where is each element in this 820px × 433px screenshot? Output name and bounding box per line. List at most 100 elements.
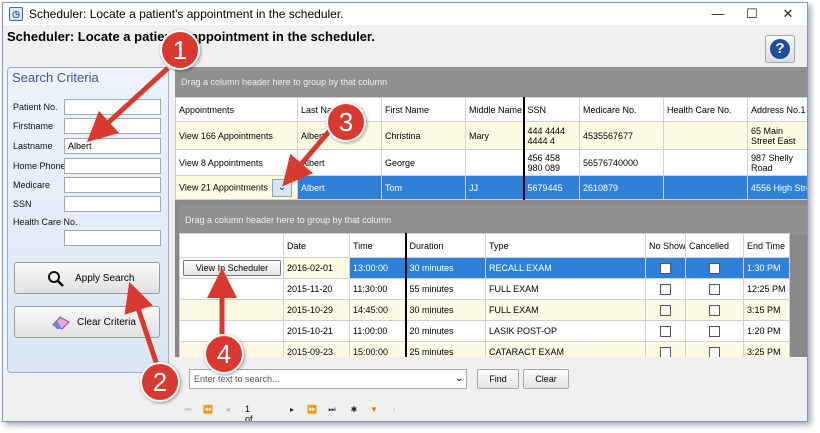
patient-row-selected[interactable]: View 21 Appointments ⌄ Albert Tom JJ 5679… (175, 175, 807, 200)
new-record-icon[interactable]: ✱ (345, 401, 363, 419)
col-no-show[interactable]: No Show (645, 233, 686, 258)
col-cancelled[interactable]: Cancelled (685, 233, 744, 258)
close-button[interactable]: ✕ (771, 3, 805, 25)
apply-search-label: Apply Search (75, 273, 135, 284)
col-health-care-no[interactable]: Health Care No. (663, 97, 748, 122)
search-footer: Enter text to search... ⌄ Find Clear ⏮ ⏪… (175, 357, 807, 421)
find-button[interactable]: Find (477, 369, 519, 389)
patient-no-field[interactable] (64, 99, 161, 115)
last-name-cell: Albert (297, 175, 382, 200)
view-in-scheduler-button[interactable]: View In Scheduler (183, 260, 281, 276)
minimize-button[interactable]: — (701, 3, 735, 25)
medicare-cell: 2610879 (579, 175, 664, 200)
cancelled-cell (685, 320, 744, 342)
no-show-checkbox[interactable] (660, 283, 671, 295)
last-page-icon[interactable]: ⏭ (323, 401, 341, 419)
col-duration[interactable]: Duration (404, 233, 486, 258)
type-cell: FULL EXAM (485, 299, 646, 321)
cancelled-checkbox[interactable] (709, 262, 720, 274)
health-care-cell (663, 175, 748, 200)
clear-button[interactable]: Clear (523, 369, 569, 389)
help-icon: ? (770, 39, 790, 59)
end-time-cell: 1:30 PM (743, 257, 790, 279)
patients-group-panel[interactable]: Drag a column header here to group by th… (175, 67, 807, 97)
date-cell: 2015-10-21 (283, 320, 350, 342)
next-page-group-icon[interactable]: ⏩ (303, 401, 321, 419)
appointment-row[interactable]: 2015-11-20 11:30:00 55 minutes FULL EXAM… (179, 278, 790, 300)
medicare-field[interactable] (64, 177, 161, 193)
first-name-cell: Christina (381, 121, 466, 150)
cancelled-checkbox[interactable] (709, 304, 720, 316)
appointment-row[interactable]: 2015-10-29 14:45:00 30 minutes FULL EXAM… (179, 299, 790, 321)
end-time-cell: 3:15 PM (743, 299, 790, 321)
callout-badge-3: 3 (326, 102, 366, 142)
duration-cell: 20 minutes (404, 320, 486, 342)
appointment-row-selected[interactable]: View In Scheduler 2016-02-01 13:00:00 30… (179, 257, 790, 279)
action-cell: View In Scheduler (179, 257, 284, 279)
clear-criteria-button[interactable]: Clear Criteria (14, 306, 160, 338)
patient-no-label: Patient No. (13, 102, 58, 112)
appointments-link[interactable]: View 8 Appointments (175, 149, 298, 176)
help-button[interactable]: ? (765, 35, 795, 63)
lastname-field[interactable]: Albert (64, 138, 161, 154)
col-type[interactable]: Type (485, 233, 646, 258)
col-middle-name[interactable]: Middle Name (465, 97, 524, 122)
date-cell: 2016-02-01 (283, 257, 350, 279)
cancelled-cell (685, 257, 744, 279)
prev-page-icon[interactable]: ◂ (219, 401, 237, 419)
patient-row[interactable]: View 166 Appointments Albert Christina M… (175, 121, 807, 150)
type-cell: LASIK POST-OP (485, 320, 646, 342)
next-page-icon[interactable]: ▸ (283, 401, 301, 419)
time-cell: 14:45:00 (349, 299, 406, 321)
patient-row[interactable]: View 8 Appointments Albert George 456 45… (175, 149, 807, 176)
maximize-button[interactable]: ☐ (735, 3, 769, 25)
health-care-cell (663, 121, 748, 150)
chevron-down-icon[interactable]: ⌄ (455, 373, 463, 384)
scroll-left-icon[interactable]: ‹ (385, 401, 403, 419)
eraser-icon (51, 314, 70, 332)
no-show-checkbox[interactable] (660, 262, 671, 274)
cancelled-checkbox[interactable] (709, 283, 720, 295)
time-cell: 11:00:00 (349, 320, 406, 342)
ssn-cell: 444 4444 4444 4 (522, 121, 580, 150)
search-criteria-title: Search Criteria (12, 70, 99, 85)
col-first-name[interactable]: First Name (381, 97, 466, 122)
no-show-checkbox[interactable] (660, 325, 671, 337)
home-phone-field[interactable] (64, 158, 161, 174)
filter-icon[interactable]: ▼ (365, 401, 383, 419)
appointments-link[interactable]: View 166 Appointments (175, 121, 298, 150)
col-medicare-no[interactable]: Medicare No. (579, 97, 664, 122)
col-action (179, 233, 284, 258)
no-show-checkbox[interactable] (660, 304, 671, 316)
col-date[interactable]: Date (283, 233, 350, 258)
firstname-field[interactable] (64, 118, 161, 134)
col-time[interactable]: Time (349, 233, 406, 258)
col-end-time[interactable]: End Time (743, 233, 790, 258)
address-cell: 65 Main Street East (747, 121, 807, 150)
col-address[interactable]: Address No.1 (747, 97, 807, 122)
appointment-row[interactable]: 2015-10-21 11:00:00 20 minutes LASIK POS… (179, 320, 790, 342)
appointments-link[interactable]: View 21 Appointments (179, 182, 268, 192)
end-time-cell: 12:25 PM (743, 278, 790, 300)
search-criteria-panel: Search Criteria Patient No. Firstname La… (7, 67, 169, 373)
duration-cell: 30 minutes (404, 299, 486, 321)
magnifier-icon (47, 270, 65, 288)
callout-badge-1: 1 (160, 30, 200, 70)
patients-grid: Appointments Last Name First Name Middle… (175, 97, 807, 200)
col-ssn[interactable]: SSN (522, 97, 580, 122)
ssn-field[interactable] (64, 196, 161, 212)
first-page-icon[interactable]: ⏮ (179, 401, 197, 419)
action-cell (179, 278, 284, 300)
chevron-down-icon[interactable]: ⌄ (271, 178, 292, 197)
col-appointments[interactable]: Appointments (175, 97, 298, 122)
prev-page-group-icon[interactable]: ⏪ (199, 401, 217, 419)
lastname-label: Lastname (13, 141, 53, 151)
cancelled-checkbox[interactable] (709, 346, 720, 358)
no-show-checkbox[interactable] (660, 346, 671, 358)
health-care-no-field[interactable] (64, 230, 161, 246)
apply-search-button[interactable]: Apply Search (14, 262, 160, 294)
appointments-header-row: Date Time Duration Type No Show Cancelle… (179, 233, 790, 258)
appointments-dropdown-cell[interactable]: View 21 Appointments ⌄ (175, 175, 298, 200)
appointments-group-panel[interactable]: Drag a column header here to group by th… (179, 205, 807, 235)
cancelled-checkbox[interactable] (709, 325, 720, 337)
